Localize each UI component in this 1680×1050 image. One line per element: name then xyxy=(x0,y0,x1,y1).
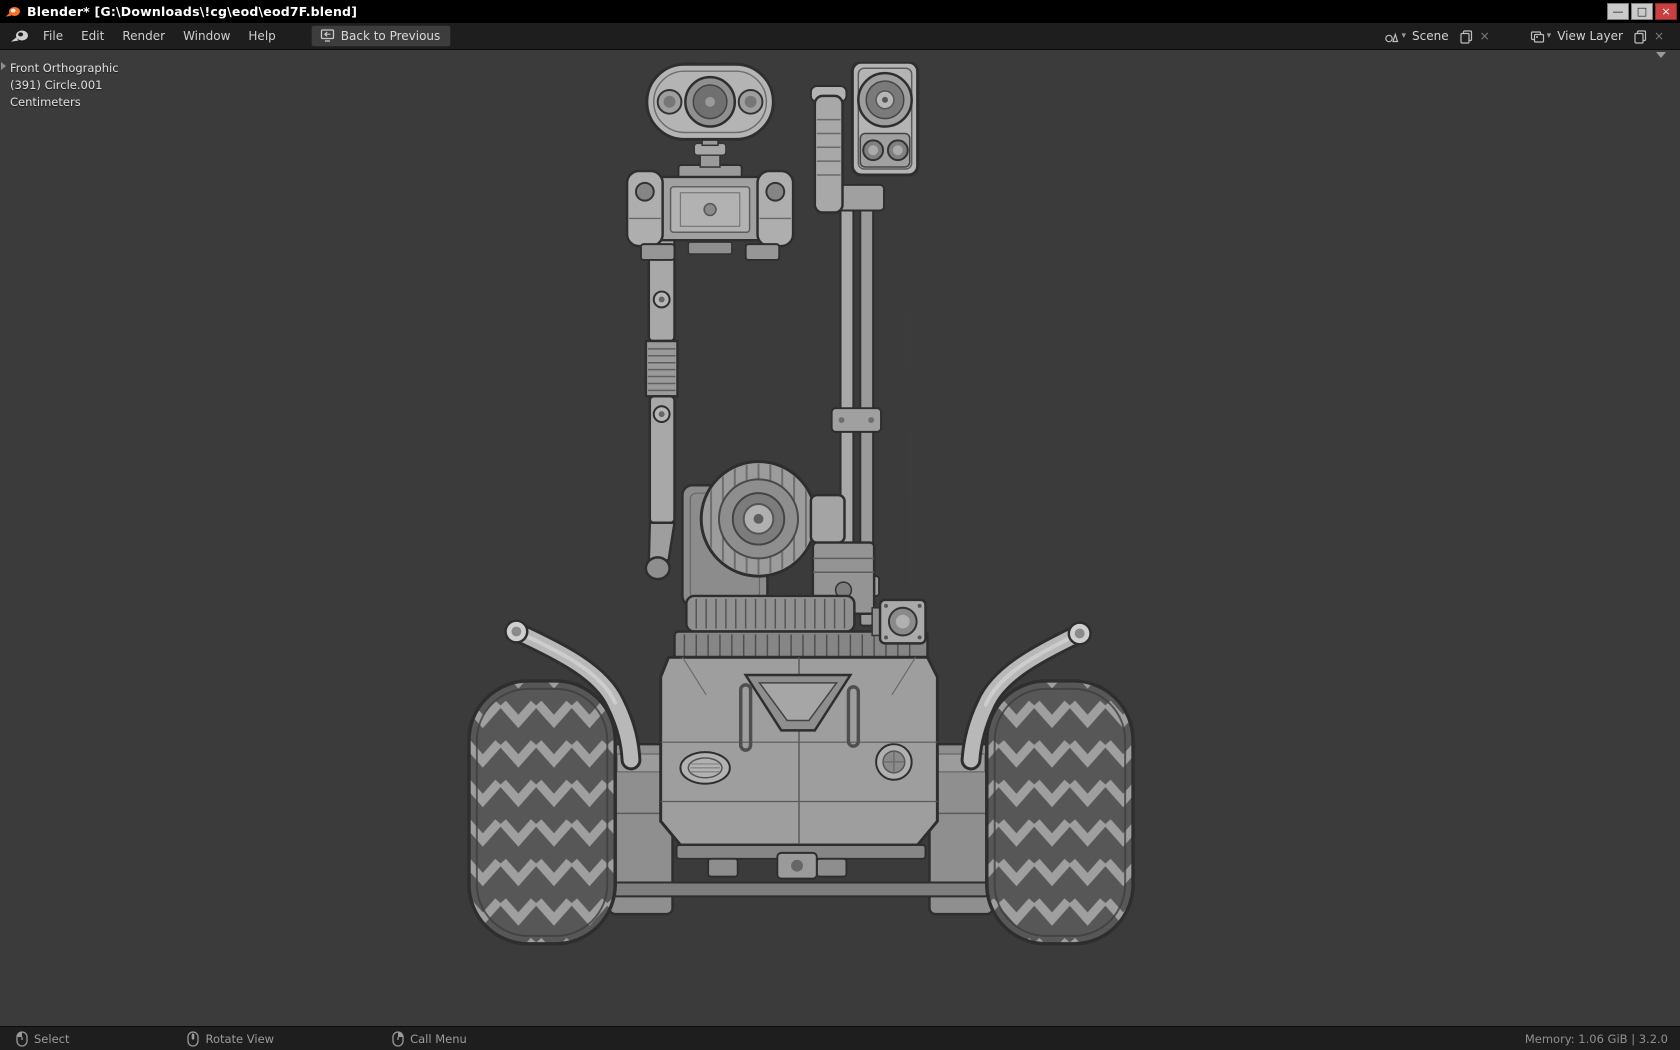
status-hint-label: Call Menu xyxy=(410,1031,467,1046)
robot-wheel-left xyxy=(467,679,617,946)
scene-name: Scene xyxy=(1412,29,1449,43)
memory-version-label: Memory: 1.06 GiB | 3.2.0 xyxy=(1524,1031,1668,1046)
back-to-previous-label: Back to Previous xyxy=(340,28,441,43)
blender-menu-icon[interactable] xyxy=(10,28,30,44)
menu-file[interactable]: File xyxy=(34,26,72,46)
robot-mast-sensor-box xyxy=(871,598,927,645)
titlebar[interactable]: Blender* [G:\Downloads\!cg\eod\eod7F.ble… xyxy=(0,0,1680,23)
window-controls: — □ × xyxy=(1605,3,1677,20)
active-object-label: (391) Circle.001 xyxy=(10,78,103,92)
viewport-text-overlay: Front Orthographic (391) Circle.001 Cent… xyxy=(10,60,119,111)
window-title: Blender* [G:\Downloads\!cg\eod\eod7F.ble… xyxy=(27,4,358,19)
close-button[interactable]: × xyxy=(1655,3,1677,20)
header-right-cluster: ▾ Scene × ▾ View Layer × xyxy=(1384,29,1672,44)
status-hint-call-menu: Call Menu xyxy=(392,1030,467,1047)
scene-units-label: Centimeters xyxy=(10,95,81,109)
robot-pan-tilt-bracket xyxy=(625,164,795,261)
mouse-left-click-icon xyxy=(16,1030,28,1047)
unlink-scene-icon[interactable]: × xyxy=(1478,29,1492,43)
topbar: File Edit Render Window Help Back to Pre… xyxy=(0,23,1680,50)
remove-view-layer-icon[interactable]: × xyxy=(1652,29,1666,43)
monitor-back-icon xyxy=(320,29,334,42)
status-hint-label: Select xyxy=(34,1031,70,1046)
menu-window[interactable]: Window xyxy=(174,26,239,46)
overlay-collapse-chevron-icon[interactable] xyxy=(1656,52,1666,58)
status-hint-label: Rotate View xyxy=(205,1031,275,1046)
region-toggle-arrow-icon[interactable] xyxy=(1,62,6,70)
maximize-button[interactable]: □ xyxy=(1631,3,1653,20)
scene-selector[interactable]: ▾ Scene × xyxy=(1384,29,1491,44)
new-view-layer-icon[interactable] xyxy=(1633,29,1648,44)
chevron-down-icon: ▾ xyxy=(1546,31,1552,41)
robot-model[interactable] xyxy=(465,62,1137,952)
back-to-previous-button[interactable]: Back to Previous xyxy=(310,25,452,47)
view-layer-icon xyxy=(1530,30,1544,43)
mouse-right-click-icon xyxy=(392,1030,404,1047)
new-scene-icon[interactable] xyxy=(1459,29,1474,44)
robot-wheel-right xyxy=(985,679,1135,946)
view-name-label: Front Orthographic xyxy=(10,61,119,75)
menu-help[interactable]: Help xyxy=(239,26,284,46)
status-hint-select: Select xyxy=(16,1030,70,1047)
blender-window: Blender* [G:\Downloads\!cg\eod\eod7F.ble… xyxy=(0,0,1680,1050)
chevron-down-icon: ▾ xyxy=(1401,31,1406,41)
mouse-middle-click-icon xyxy=(187,1030,200,1047)
statusbar: Select Rotate View Call Menu Memory: 1.0… xyxy=(0,1026,1680,1050)
3d-viewport[interactable]: Front Orthographic (391) Circle.001 Cent… xyxy=(0,50,1680,1026)
menu-render[interactable]: Render xyxy=(113,26,174,46)
menu-edit[interactable]: Edit xyxy=(72,26,113,46)
view-layer-name: View Layer xyxy=(1557,29,1623,43)
status-hint-rotate-view: Rotate View xyxy=(187,1030,275,1047)
minimize-button[interactable]: — xyxy=(1607,3,1629,20)
robot-chassis xyxy=(659,655,939,880)
scene-icon xyxy=(1385,32,1399,42)
blender-app-icon xyxy=(5,6,20,17)
view-layer-selector[interactable]: ▾ View Layer × xyxy=(1530,29,1666,44)
robot-arm xyxy=(644,236,679,581)
robot-sensor-head xyxy=(645,62,775,168)
